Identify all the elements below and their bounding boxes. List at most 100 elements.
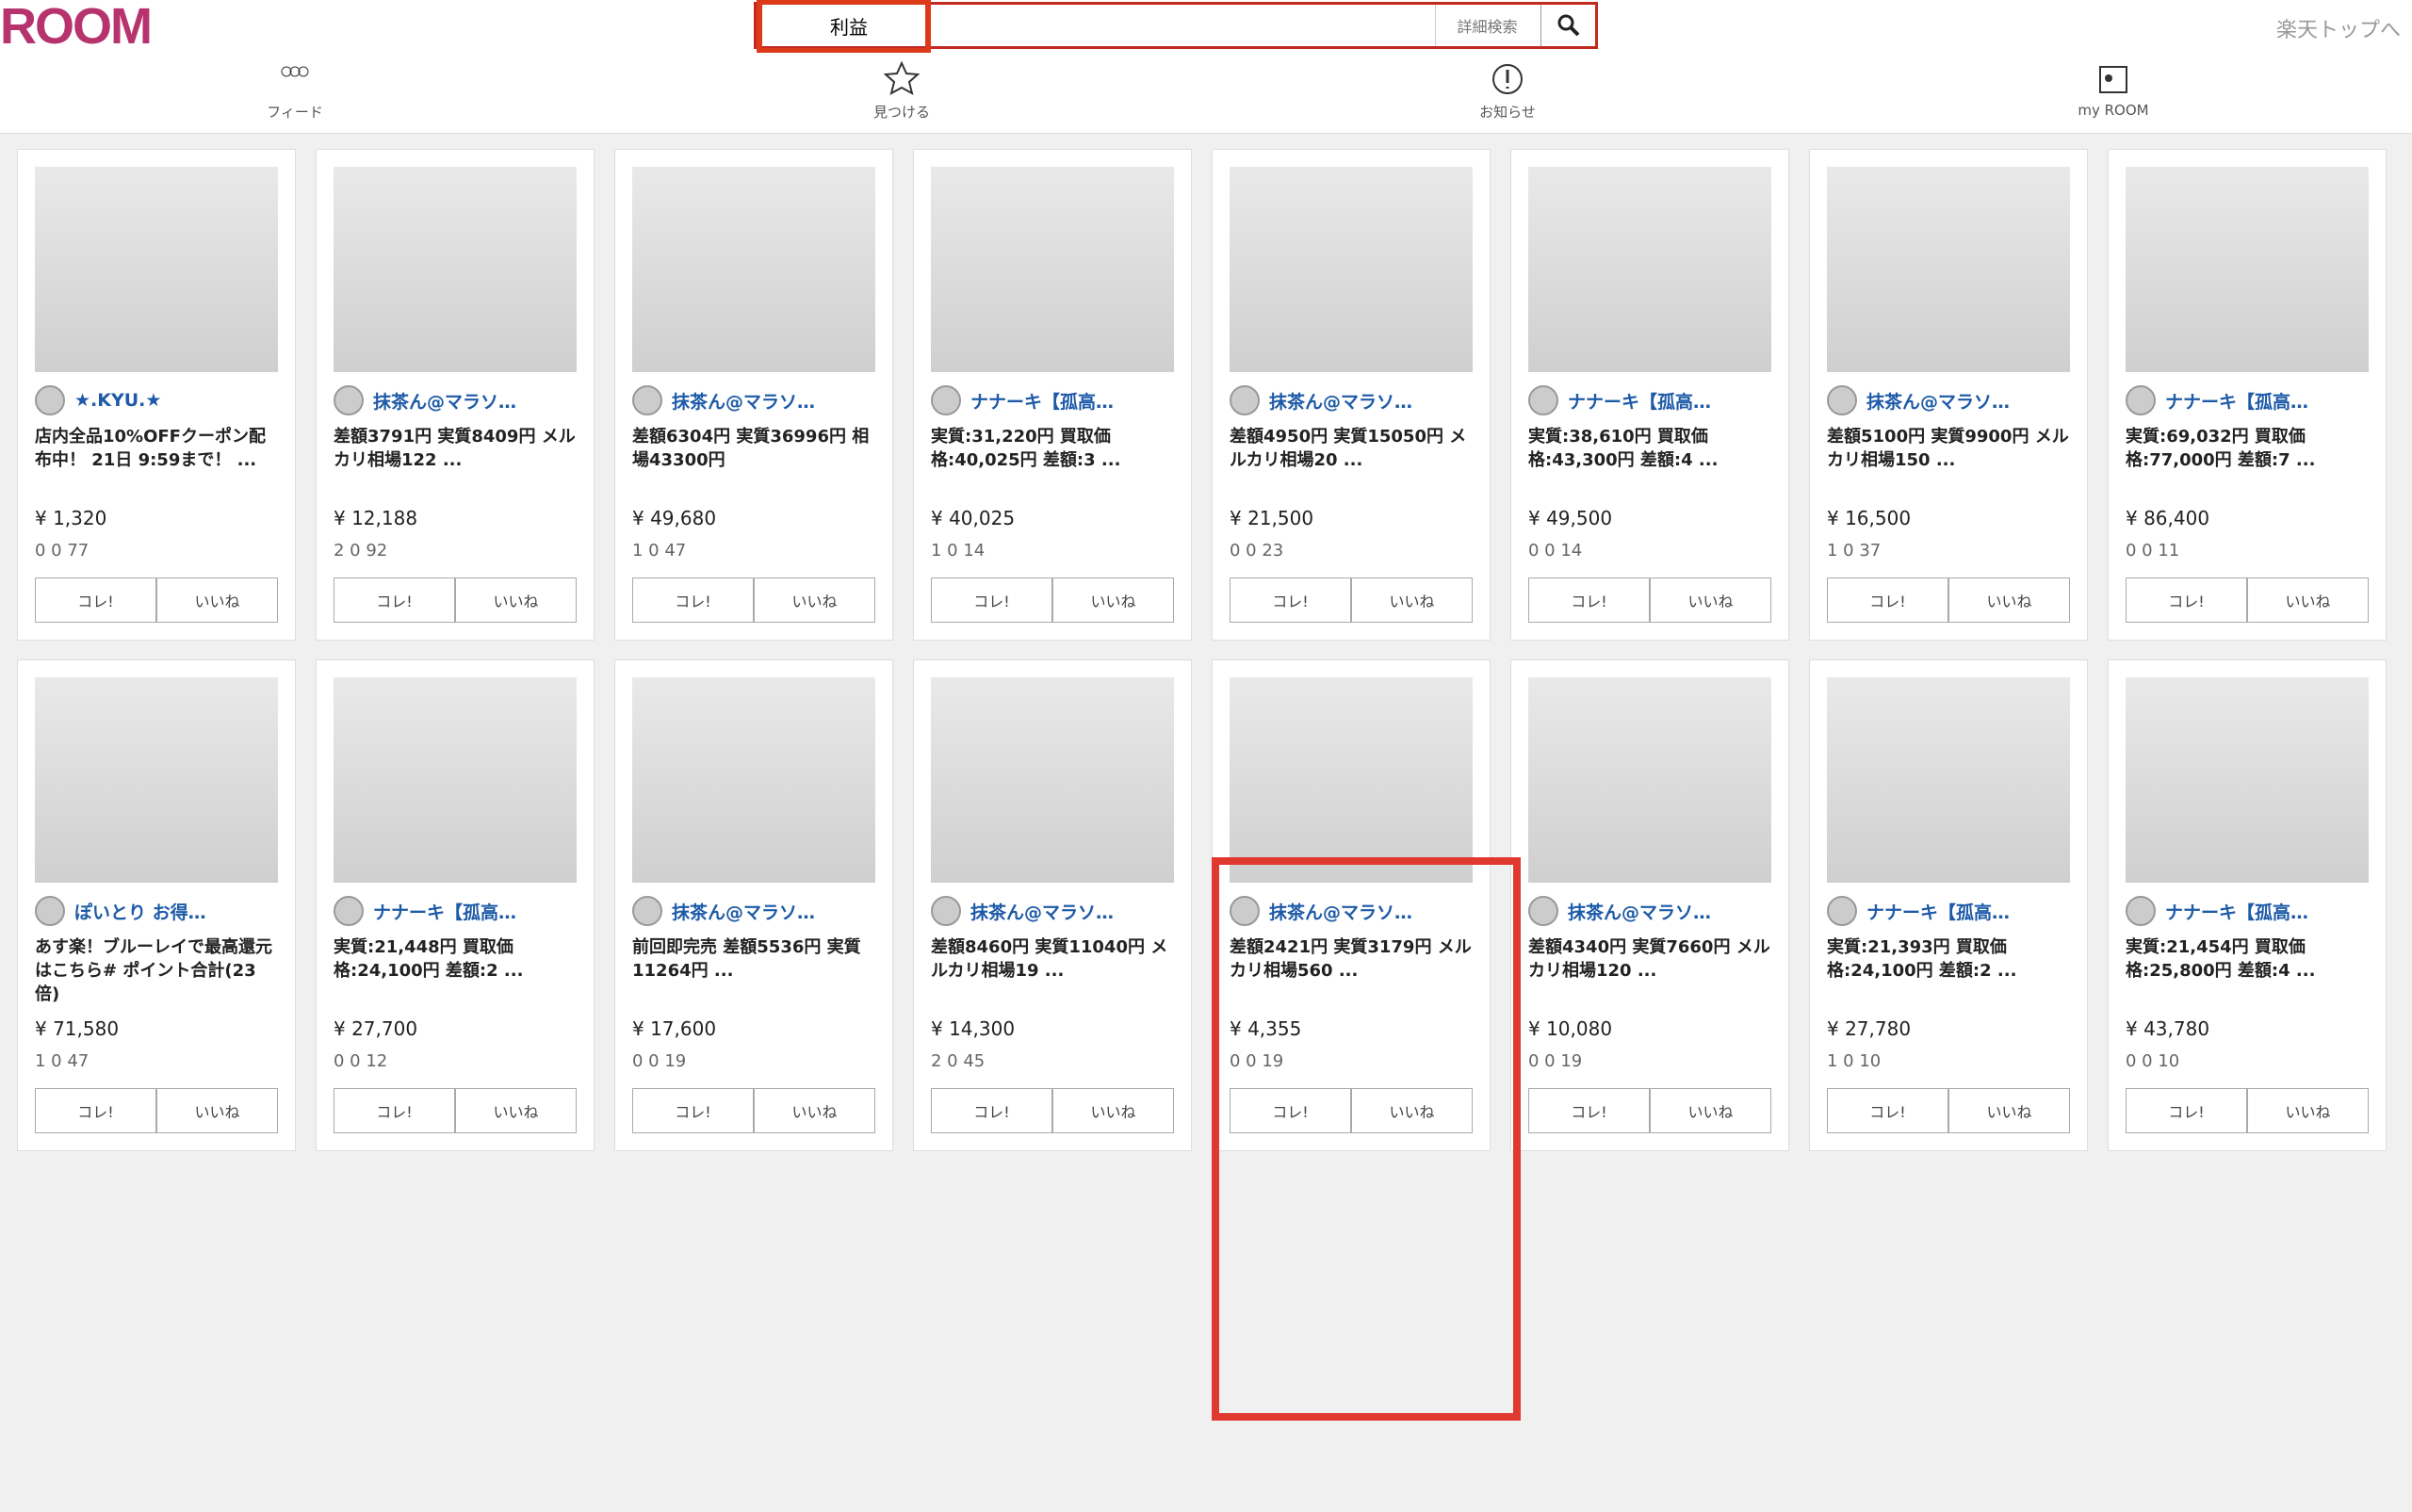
like-button[interactable]: いいね	[1948, 577, 2070, 623]
user-name[interactable]: 抹茶ん@マラソ…	[1269, 899, 1412, 924]
product-image[interactable]	[632, 167, 875, 372]
nav-myroom[interactable]: my ROOM	[2062, 60, 2165, 119]
product-card[interactable]: 抹茶ん@マラソ… 差額5100円 実質9900円 メルカリ相場150 ... ¥ 1…	[1809, 149, 2088, 641]
product-card[interactable]: ぽいとり お得… あす楽！ブルーレイで最高還元はこちら# ポイント合計(23倍) ¥…	[17, 659, 296, 1151]
like-button[interactable]: いいね	[1052, 577, 1174, 623]
rakuten-top-link[interactable]: 楽天トップへ	[2276, 13, 2401, 43]
kore-button[interactable]: コレ!	[35, 1088, 156, 1133]
product-card[interactable]: ナナーキ【孤高… 実質:21,393円 買取価格:24,100円 差額:2 ...…	[1809, 659, 2088, 1151]
user-name[interactable]: 抹茶ん@マラソ…	[373, 388, 516, 414]
product-card[interactable]: 抹茶ん@マラソ… 差額4340円 実質7660円 メルカリ相場120 ... ¥ 1…	[1510, 659, 1789, 1151]
like-button[interactable]: いいね	[1948, 1088, 2070, 1133]
like-button[interactable]: いいね	[156, 577, 278, 623]
kore-button[interactable]: コレ!	[632, 1088, 754, 1133]
like-button[interactable]: いいね	[2247, 577, 2369, 623]
user-name[interactable]: ★.KYU.★	[74, 390, 161, 411]
product-card[interactable]: 抹茶ん@マラソ… 差額8460円 実質11040円 メルカリ相場19 ... ¥ 1…	[913, 659, 1192, 1151]
user-name[interactable]: 抹茶ん@マラソ…	[672, 388, 815, 414]
kore-button[interactable]: コレ!	[1827, 577, 1948, 623]
user-name[interactable]: 抹茶ん@マラソ…	[1269, 388, 1412, 414]
nav-notifications[interactable]: お知らせ	[1456, 60, 1559, 122]
kore-button[interactable]: コレ!	[35, 577, 156, 623]
kore-button[interactable]: コレ!	[632, 577, 754, 623]
user-name[interactable]: ナナーキ【孤高…	[1568, 388, 1711, 414]
kore-button[interactable]: コレ!	[2126, 1088, 2247, 1133]
star-icon	[883, 60, 921, 95]
description: 差額4950円 実質15050円 メルカリ相場20 ...	[1230, 427, 1467, 470]
like-button[interactable]: いいね	[1351, 1088, 1473, 1133]
kore-button[interactable]: コレ!	[1528, 1088, 1650, 1133]
product-image[interactable]	[931, 677, 1174, 883]
description: 実質:21,448円 買取価格:24,100円 差額:2 ...	[334, 937, 524, 981]
kore-button[interactable]: コレ!	[2126, 577, 2247, 623]
kore-button[interactable]: コレ!	[931, 1088, 1052, 1133]
like-button[interactable]: いいね	[1052, 1088, 1174, 1133]
avatar	[931, 896, 961, 926]
like-button[interactable]: いいね	[1650, 577, 1771, 623]
description: 店内全品10%OFFクーポン配布中！ 21日 9:59まで！ ...	[35, 427, 266, 470]
product-image[interactable]	[35, 167, 278, 372]
search-button[interactable]	[1540, 5, 1595, 46]
user-name[interactable]: ナナーキ【孤高…	[2165, 899, 2308, 924]
product-image[interactable]	[1827, 677, 2070, 883]
kore-button[interactable]: コレ!	[1528, 577, 1650, 623]
kore-button[interactable]: コレ!	[334, 577, 455, 623]
product-image[interactable]	[931, 167, 1174, 372]
like-button[interactable]: いいね	[754, 577, 875, 623]
product-card[interactable]: ナナーキ【孤高… 実質:21,454円 買取価格:25,800円 差額:4 ...…	[2108, 659, 2387, 1151]
product-image[interactable]	[632, 677, 875, 883]
user-name[interactable]: 抹茶ん@マラソ…	[672, 899, 815, 924]
kore-button[interactable]: コレ!	[1230, 1088, 1351, 1133]
kore-button[interactable]: コレ!	[334, 1088, 455, 1133]
like-button[interactable]: いいね	[2247, 1088, 2369, 1133]
like-button[interactable]: いいね	[455, 577, 577, 623]
stats: 0 0 12	[334, 1051, 388, 1071]
user-name[interactable]: 抹茶ん@マラソ…	[1568, 899, 1711, 924]
product-image[interactable]	[2126, 167, 2369, 372]
avatar	[632, 896, 662, 926]
product-card[interactable]: ★.KYU.★ 店内全品10%OFFクーポン配布中！ 21日 9:59まで！ ..…	[17, 149, 296, 641]
like-button[interactable]: いいね	[455, 1088, 577, 1133]
kore-button[interactable]: コレ!	[931, 577, 1052, 623]
user-name[interactable]: 抹茶ん@マラソ…	[970, 899, 1114, 924]
like-button[interactable]: いいね	[1650, 1088, 1771, 1133]
product-image[interactable]	[334, 677, 577, 883]
advanced-search-button[interactable]: 詳細検索	[1435, 5, 1539, 46]
user-name[interactable]: ナナーキ【孤高…	[373, 899, 516, 924]
product-image[interactable]	[1230, 167, 1473, 372]
search-input[interactable]	[813, 5, 1496, 46]
user-name[interactable]: ナナーキ【孤高…	[970, 388, 1114, 414]
product-card[interactable]: 抹茶ん@マラソ… 差額6304円 実質36996円 相場43300円 ¥ 49,68…	[614, 149, 893, 641]
product-card-highlighted[interactable]: 抹茶ん@マラソ… 差額2421円 実質3179円 メルカリ相場560 ... ¥ 4…	[1212, 659, 1491, 1151]
description: 実質:21,454円 買取価格:25,800円 差額:4 ...	[2126, 937, 2316, 981]
product-card[interactable]: ナナーキ【孤高… 実質:38,610円 買取価格:43,300円 差額:4 ...…	[1510, 149, 1789, 641]
like-button[interactable]: いいね	[156, 1088, 278, 1133]
user-name[interactable]: 抹茶ん@マラソ…	[1866, 388, 2010, 414]
product-card[interactable]: 抹茶ん@マラソ… 前回即完売 差額5536円 実質11264円 ... ¥ 17,6…	[614, 659, 893, 1151]
kore-button[interactable]: コレ!	[1230, 577, 1351, 623]
product-image[interactable]	[2126, 677, 2369, 883]
product-image[interactable]	[334, 167, 577, 372]
like-button[interactable]: いいね	[1351, 577, 1473, 623]
product-image[interactable]	[1827, 167, 2070, 372]
product-card[interactable]: ナナーキ【孤高… 実質:31,220円 買取価格:40,025円 差額:3 ...…	[913, 149, 1192, 641]
price: ¥ 43,780	[2126, 1017, 2210, 1040]
room-logo[interactable]: ROOM	[0, 0, 153, 53]
nav-feed[interactable]: フィード	[243, 60, 347, 122]
product-card[interactable]: 抹茶ん@マラソ… 差額4950円 実質15050円 メルカリ相場20 ... ¥ 2…	[1212, 149, 1491, 641]
like-button[interactable]: いいね	[754, 1088, 875, 1133]
user-name[interactable]: ぽいとり お得…	[74, 899, 206, 924]
stats: 0 0 14	[1528, 541, 1583, 561]
product-card[interactable]: 抹茶ん@マラソ… 差額3791円 実質8409円 メルカリ相場122 ... ¥ 1…	[316, 149, 595, 641]
product-image[interactable]	[1528, 677, 1771, 883]
product-image[interactable]	[35, 677, 278, 883]
product-card[interactable]: ナナーキ【孤高… 実質:69,032円 買取価格:77,000円 差額:7 ...…	[2108, 149, 2387, 641]
kore-button[interactable]: コレ!	[1827, 1088, 1948, 1133]
user-name[interactable]: ナナーキ【孤高…	[1866, 899, 2010, 924]
product-image[interactable]	[1230, 677, 1473, 883]
product-image[interactable]	[1528, 167, 1771, 372]
description: あす楽！ブルーレイで最高還元はこちら# ポイント合計(23倍)	[35, 937, 272, 1004]
user-name[interactable]: ナナーキ【孤高…	[2165, 388, 2308, 414]
nav-discover[interactable]: 見つける	[850, 60, 953, 122]
product-card[interactable]: ナナーキ【孤高… 実質:21,448円 買取価格:24,100円 差額:2 ...…	[316, 659, 595, 1151]
